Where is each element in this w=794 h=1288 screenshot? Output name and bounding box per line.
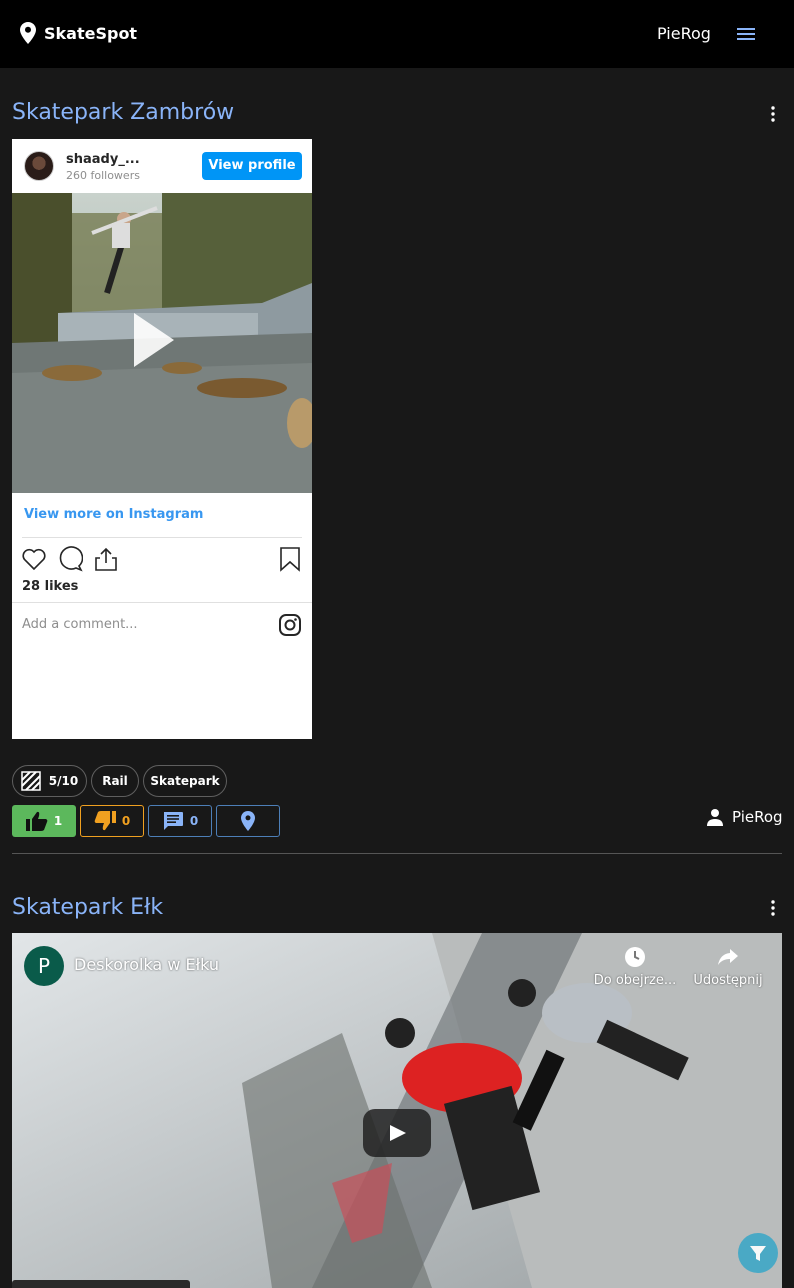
heart-icon[interactable]	[21, 546, 47, 572]
dislike-count: 0	[121, 814, 131, 828]
video-title[interactable]: Deskorolka w Ełku	[74, 955, 219, 974]
watch-later-label: Do obejrze...	[593, 973, 677, 988]
instagram-logo-icon[interactable]	[278, 613, 302, 637]
instagram-video[interactable]	[12, 193, 312, 493]
person-icon	[707, 809, 723, 826]
author-name: PieRog	[732, 808, 783, 826]
post-divider	[12, 853, 782, 854]
hamburger-menu-icon[interactable]	[735, 26, 757, 42]
tag-label: Rail	[102, 774, 128, 788]
user-menu-link[interactable]: PieRog	[657, 24, 711, 43]
navbar: SkateSpot PieRog	[0, 0, 794, 68]
brand-link[interactable]: SkateSpot	[20, 22, 137, 44]
bookmark-icon[interactable]	[278, 546, 302, 572]
post-author[interactable]: PieRog	[706, 808, 783, 826]
thumbs-down-icon	[94, 811, 116, 831]
share-button[interactable]: Udostępnij	[688, 945, 768, 988]
location-pin-icon	[241, 811, 255, 831]
post-title[interactable]: Skatepark Ełk	[12, 895, 163, 920]
view-more-link[interactable]: View more on Instagram	[24, 507, 203, 522]
difficulty-value: 5/10	[48, 774, 79, 788]
thumbs-up-icon	[25, 811, 48, 831]
location-pin-icon	[20, 22, 36, 44]
filter-button[interactable]	[738, 1233, 778, 1273]
channel-avatar[interactable]: P	[24, 946, 64, 986]
divider	[22, 537, 302, 538]
video-info-bar	[12, 1280, 190, 1288]
tag-chip-rail[interactable]: Rail	[91, 765, 139, 797]
comments-button[interactable]: 0	[148, 805, 212, 837]
instagram-embed: shaady_... 260 followers View profile Vi…	[12, 139, 312, 739]
filter-icon	[750, 1246, 766, 1261]
share-icon[interactable]	[93, 546, 119, 572]
tag-label: Skatepark	[150, 774, 220, 788]
instagram-actions	[12, 544, 312, 574]
play-icon	[390, 1125, 406, 1141]
divider	[12, 602, 312, 603]
more-options-icon[interactable]	[768, 104, 778, 124]
like-button[interactable]: 1	[12, 805, 76, 837]
comment-icon	[163, 812, 183, 830]
difficulty-chip[interactable]: 5/10	[12, 765, 87, 797]
video-thumbnail	[12, 193, 312, 493]
watch-later-button[interactable]: Do obejrze...	[590, 945, 680, 988]
clock-icon	[625, 947, 645, 967]
avatar[interactable]	[24, 151, 54, 181]
follower-count: 260 followers	[66, 169, 140, 182]
instagram-header: shaady_... 260 followers View profile	[12, 139, 312, 193]
brand-name: SkateSpot	[44, 23, 138, 43]
youtube-embed[interactable]: P Deskorolka w Ełku Do obejrze... Udostę…	[12, 933, 782, 1288]
share-arrow-icon	[718, 949, 738, 965]
difficulty-icon	[21, 771, 41, 791]
share-label: Udostępnij	[693, 973, 763, 988]
show-on-map-button[interactable]	[216, 805, 280, 837]
dislike-button[interactable]: 0	[80, 805, 144, 837]
comment-input[interactable]: Add a comment...	[22, 617, 138, 632]
more-options-icon[interactable]	[768, 898, 778, 918]
instagram-username[interactable]: shaady_...	[66, 152, 140, 167]
comment-icon[interactable]	[57, 546, 83, 572]
tag-chip-skatepark[interactable]: Skatepark	[143, 765, 227, 797]
like-count: 28 likes	[22, 579, 79, 594]
like-count: 1	[53, 814, 63, 828]
play-button[interactable]	[363, 1109, 431, 1157]
post-title[interactable]: Skatepark Zambrów	[12, 100, 234, 125]
comment-count: 0	[189, 814, 199, 828]
view-profile-button[interactable]: View profile	[202, 152, 302, 180]
